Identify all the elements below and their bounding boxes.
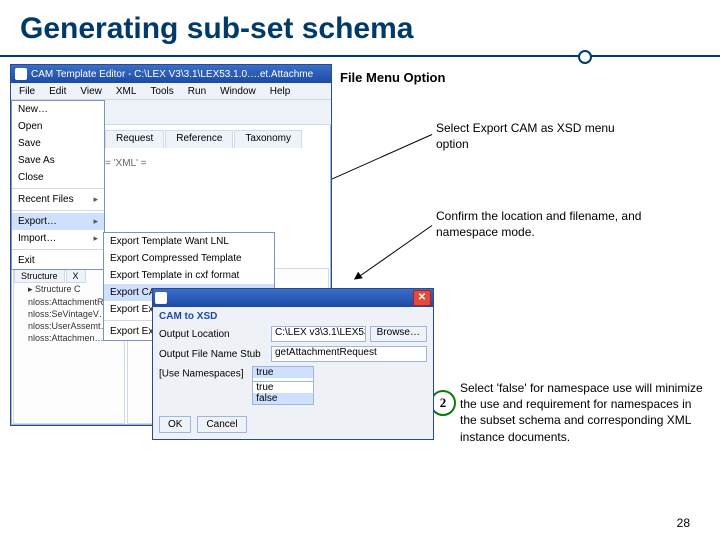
- file-menu-panel[interactable]: New… Open Save Save As Close Recent File…: [11, 100, 105, 270]
- menu-tools[interactable]: Tools: [144, 85, 179, 98]
- tree-tab-structure[interactable]: Structure: [14, 269, 65, 283]
- dialog-app-icon: [155, 292, 167, 304]
- title-rule-node: [578, 50, 592, 64]
- close-button[interactable]: ✕: [413, 290, 431, 306]
- file-menu-recent[interactable]: Recent Files ▸: [12, 191, 104, 208]
- tab-request[interactable]: Request: [105, 130, 164, 148]
- arrow-to-dialog: [358, 225, 432, 277]
- tab-taxonomy[interactable]: Taxonomy: [234, 130, 302, 148]
- namespace-current: true: [253, 367, 313, 378]
- page-number: 28: [677, 516, 690, 530]
- file-menu-import[interactable]: Import… ▸: [12, 230, 104, 247]
- file-menu-export[interactable]: Export… ▸: [12, 213, 104, 230]
- output-location-label: Output Location: [159, 329, 267, 340]
- menu-separator: [12, 249, 104, 250]
- use-namespaces-label: [Use Namespaces]: [159, 369, 243, 380]
- tree-tab-close[interactable]: X: [66, 269, 86, 283]
- chevron-right-icon: ▸: [93, 216, 98, 227]
- caption-file-menu: File Menu Option: [340, 70, 445, 85]
- file-menu-export-label: Export…: [18, 216, 57, 227]
- slide-title: Generating sub-set schema: [20, 12, 413, 46]
- row-output-location: Output Location C:\LEX v3\3.1\LEX53.1.0-…: [153, 324, 433, 344]
- stub-label: Output File Name Stub: [159, 349, 267, 360]
- browse-button[interactable]: Browse…: [370, 326, 427, 342]
- menu-run[interactable]: Run: [182, 85, 212, 98]
- export-template-want[interactable]: Export Template Want LNL: [104, 233, 274, 250]
- note-namespace-false: Select 'false' for namespace use will mi…: [460, 380, 710, 445]
- file-menu-new[interactable]: New…: [12, 101, 104, 118]
- output-location-field[interactable]: C:\LEX v3\3.1\LEX53.1.0-Beta2\xsds\: [271, 326, 366, 342]
- menu-separator: [12, 188, 104, 189]
- menu-edit[interactable]: Edit: [43, 85, 72, 98]
- note-confirm: Confirm the location and filename, and n…: [436, 208, 656, 240]
- chevron-right-icon: ▸: [93, 233, 98, 244]
- editor-menubar[interactable]: File Edit View XML Tools Run Window Help: [11, 83, 331, 100]
- editor-tabstrip[interactable]: Request Reference Taxonomy: [105, 130, 331, 148]
- ok-button[interactable]: OK: [159, 416, 191, 433]
- namespace-options[interactable]: true false: [252, 381, 314, 405]
- editor-titlebar: CAM Template Editor - C:\LEX V3\3.1\LEX5…: [11, 65, 331, 83]
- namespace-dropdown[interactable]: true true false: [252, 366, 314, 382]
- file-menu-import-label: Import…: [18, 233, 56, 244]
- stub-field[interactable]: getAttachmentRequest: [271, 346, 427, 362]
- namespace-option-false[interactable]: false: [253, 393, 313, 404]
- file-menu-recent-label: Recent Files: [18, 194, 74, 205]
- namespace-option-true[interactable]: true: [253, 382, 313, 393]
- chevron-right-icon: ▸: [93, 194, 98, 205]
- cam-to-xsd-dialog: ✕ CAM to XSD Output Location C:\LEX v3\3…: [152, 288, 434, 440]
- menu-file[interactable]: File: [13, 85, 41, 98]
- file-menu-close[interactable]: Close: [12, 169, 104, 186]
- tab-reference[interactable]: Reference: [165, 130, 233, 148]
- menu-window[interactable]: Window: [214, 85, 262, 98]
- dialog-titlebar: ✕: [153, 289, 433, 307]
- row-use-namespaces: [Use Namespaces] true true false: [153, 364, 433, 384]
- file-menu-open[interactable]: Open: [12, 118, 104, 135]
- menu-xml[interactable]: XML: [110, 85, 143, 98]
- app-icon: [15, 68, 27, 80]
- export-compressed[interactable]: Export Compressed Template: [104, 250, 274, 267]
- xml-root: = 'XML' =: [105, 158, 147, 169]
- note-select-export: Select Export CAM as XSD menu option: [436, 120, 636, 152]
- menu-separator: [12, 210, 104, 211]
- file-menu-saveas[interactable]: Save As: [12, 152, 104, 169]
- dialog-section-label: CAM to XSD: [153, 307, 433, 324]
- editor-title-text: CAM Template Editor - C:\LEX V3\3.1\LEX5…: [31, 69, 313, 80]
- title-rule: [0, 55, 720, 57]
- row-filename-stub: Output File Name Stub getAttachmentReque…: [153, 344, 433, 364]
- editor-toolbar: [105, 100, 331, 125]
- menu-view[interactable]: View: [74, 85, 108, 98]
- file-menu-save[interactable]: Save: [12, 135, 104, 152]
- file-menu-exit[interactable]: Exit: [12, 252, 104, 269]
- dialog-buttons: OK Cancel: [159, 416, 247, 433]
- menu-help[interactable]: Help: [264, 85, 297, 98]
- cancel-button[interactable]: Cancel: [197, 416, 246, 433]
- export-cxf[interactable]: Export Template in cxf format: [104, 267, 274, 284]
